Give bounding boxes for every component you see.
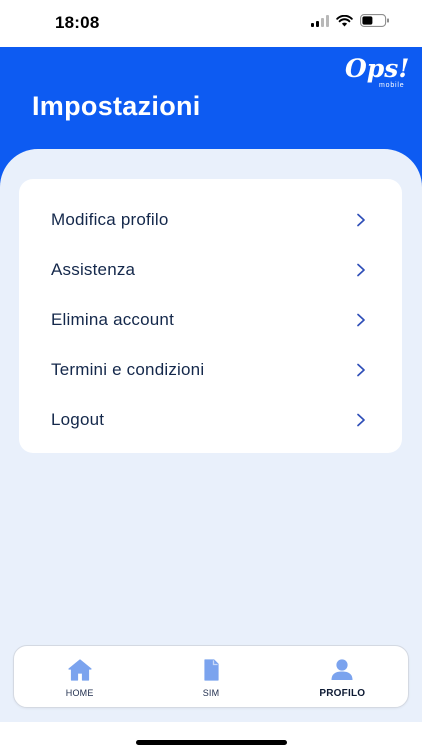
menu-item-label: Termini e condizioni — [51, 360, 205, 379]
cellular-signal-icon — [311, 14, 329, 27]
profile-icon — [331, 659, 353, 680]
menu-item-label: Modifica profilo — [51, 210, 169, 229]
menu-item-label: Elimina account — [51, 310, 175, 329]
settings-menu-card: Modifica profilo Assistenza Elimina acco… — [19, 179, 402, 453]
menu-item-termini-e-condizioni[interactable]: Termini e condizioni — [19, 345, 402, 395]
chevron-right-icon — [357, 363, 365, 377]
ops-mobile-logo: Ops! mobile — [345, 54, 408, 89]
chevron-right-icon — [357, 263, 365, 277]
main-content: Modifica profilo Assistenza Elimina acco… — [0, 149, 422, 722]
home-icon — [68, 659, 92, 681]
menu-item-elimina-account[interactable]: Elimina account — [19, 295, 402, 345]
sim-icon — [204, 659, 219, 681]
tab-profilo[interactable]: PROFILO — [277, 646, 408, 707]
page-title: Impostazioni — [32, 91, 201, 121]
menu-item-label: Assistenza — [51, 260, 136, 279]
tab-home[interactable]: HOME — [14, 646, 145, 707]
battery-icon — [360, 14, 389, 27]
logo-text: Ops! — [345, 54, 408, 83]
home-indicator[interactable] — [136, 740, 287, 745]
menu-item-modifica-profilo[interactable]: Modifica profilo — [19, 195, 402, 245]
tab-sim[interactable]: SIM — [145, 646, 276, 707]
tab-label: HOME — [65, 688, 94, 698]
status-bar: 18:08 — [0, 0, 422, 47]
tab-label: PROFILO — [319, 688, 366, 699]
chevron-right-icon — [357, 413, 365, 427]
status-icons — [311, 14, 390, 27]
tab-bar: HOME SIM PROFILO — [13, 645, 409, 708]
status-time: 18:08 — [55, 13, 100, 32]
logo-subtext: mobile — [379, 82, 404, 89]
chevron-right-icon — [357, 213, 365, 227]
tab-label: SIM — [202, 688, 220, 698]
bottom-safe-area — [0, 722, 422, 750]
wifi-icon — [336, 14, 353, 26]
chevron-right-icon — [357, 313, 365, 327]
menu-item-logout[interactable]: Logout — [19, 395, 402, 445]
menu-item-assistenza[interactable]: Assistenza — [19, 245, 402, 295]
menu-item-label: Logout — [51, 410, 105, 429]
